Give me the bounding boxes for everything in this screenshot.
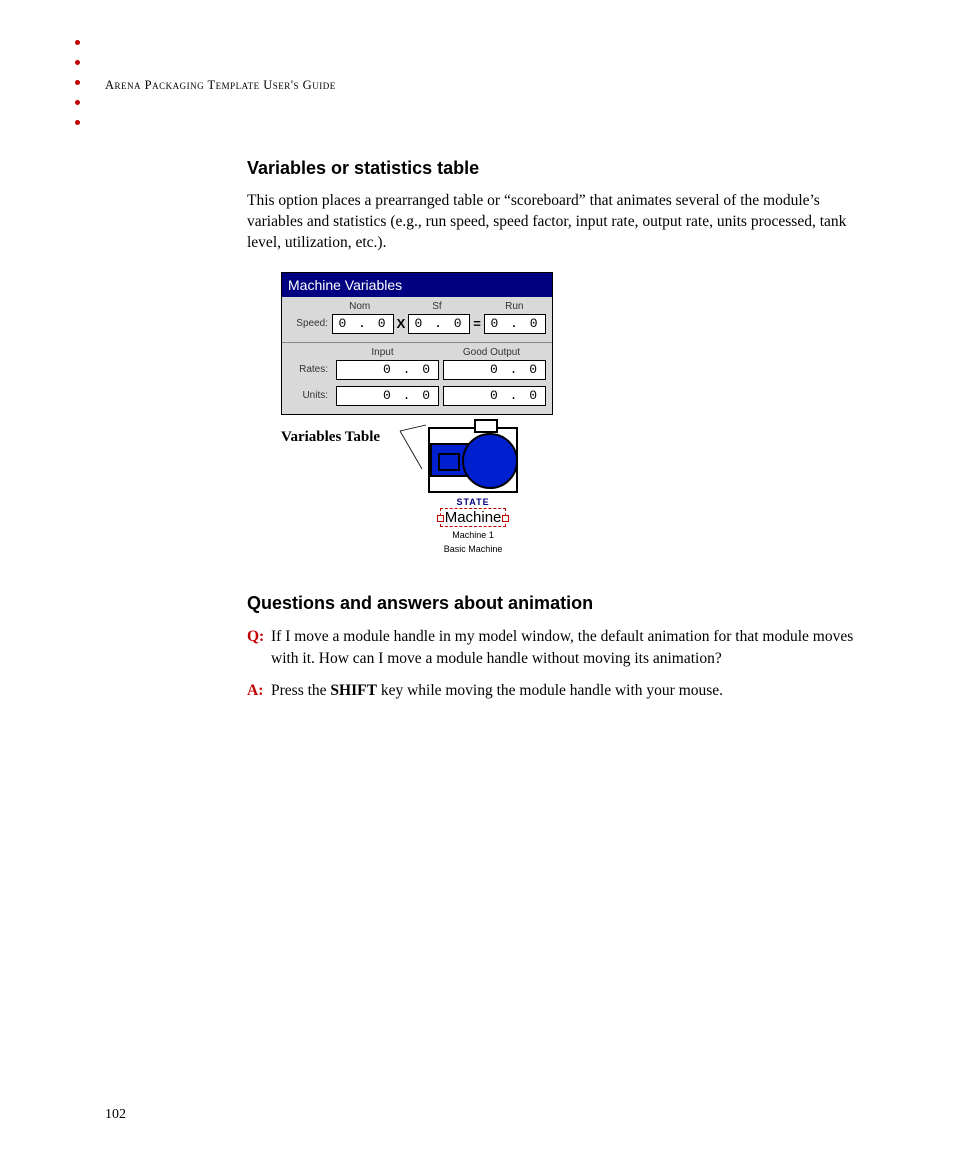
cell-rates-output: 0 . 0 — [443, 360, 546, 380]
cell-units-input: 0 . 0 — [336, 386, 439, 406]
operator-equals: = — [470, 316, 484, 331]
running-header-text: Arena Packaging Template User's Guide — [105, 78, 336, 92]
page-number: 102 — [105, 1107, 126, 1123]
section-heading-variables: Variables or statistics table — [247, 158, 857, 179]
a-text-post: key while moving the module handle with … — [377, 682, 723, 699]
a-text-bold: SHIFT — [330, 682, 377, 699]
machine-icon — [428, 427, 518, 493]
row-label-speed: Speed: — [288, 318, 332, 329]
state-label: STATE — [428, 497, 518, 507]
machine-sub1: Machine 1 — [428, 530, 518, 541]
col-header-sf: Sf — [405, 301, 468, 312]
qa-answer-row: A: Press the SHIFT key while moving the … — [247, 680, 857, 702]
figure-caption: Variables Table — [281, 429, 380, 446]
cell-speed-nom: 0 . 0 — [332, 314, 394, 334]
col-header-run: Run — [483, 301, 546, 312]
col-header-input: Input — [328, 347, 437, 358]
row-label-units: Units: — [288, 390, 332, 401]
a-tag: A: — [247, 680, 271, 702]
panel-rates-section: Input Good Output Rates: 0 . 0 0 . 0 Uni… — [282, 343, 552, 414]
operator-multiply: X — [394, 316, 408, 331]
leader-line-icon — [398, 423, 428, 483]
cell-speed-sf: 0 . 0 — [408, 314, 470, 334]
q-tag: Q: — [247, 626, 271, 669]
section-heading-qa: Questions and answers about animation — [247, 593, 857, 614]
row-label-rates: Rates: — [288, 364, 332, 375]
qa-question-row: Q: If I move a module handle in my model… — [247, 626, 857, 669]
machine-name: Machine — [445, 509, 502, 526]
cell-rates-input: 0 . 0 — [336, 360, 439, 380]
col-header-nom: Nom — [328, 301, 391, 312]
cell-speed-run: 0 . 0 — [484, 314, 546, 334]
machine-sub2: Basic Machine — [428, 544, 518, 555]
panel-title: Machine Variables — [282, 273, 552, 297]
section-paragraph-variables: This option places a prearranged table o… — [247, 191, 857, 254]
margin-bullet-dots — [75, 40, 80, 140]
figure-area: Machine Variables Nom Sf Run Speed: 0 . … — [281, 272, 857, 556]
running-header: Arena Packaging Template User's Guide — [105, 78, 336, 93]
cell-units-output: 0 . 0 — [443, 386, 546, 406]
a-text-pre: Press the — [271, 682, 330, 699]
a-text: Press the SHIFT key while moving the mod… — [271, 680, 857, 702]
col-header-good-output: Good Output — [437, 347, 546, 358]
machine-name-box: Machine — [440, 508, 507, 527]
panel-speed-section: Nom Sf Run Speed: 0 . 0 X 0 . 0 = 0 . 0 — [282, 297, 552, 342]
machine-module-block: STATE Machine Machine 1 Basic Machine — [428, 427, 518, 556]
machine-variables-panel: Machine Variables Nom Sf Run Speed: 0 . … — [281, 272, 553, 415]
q-text: If I move a module handle in my model wi… — [271, 626, 857, 669]
